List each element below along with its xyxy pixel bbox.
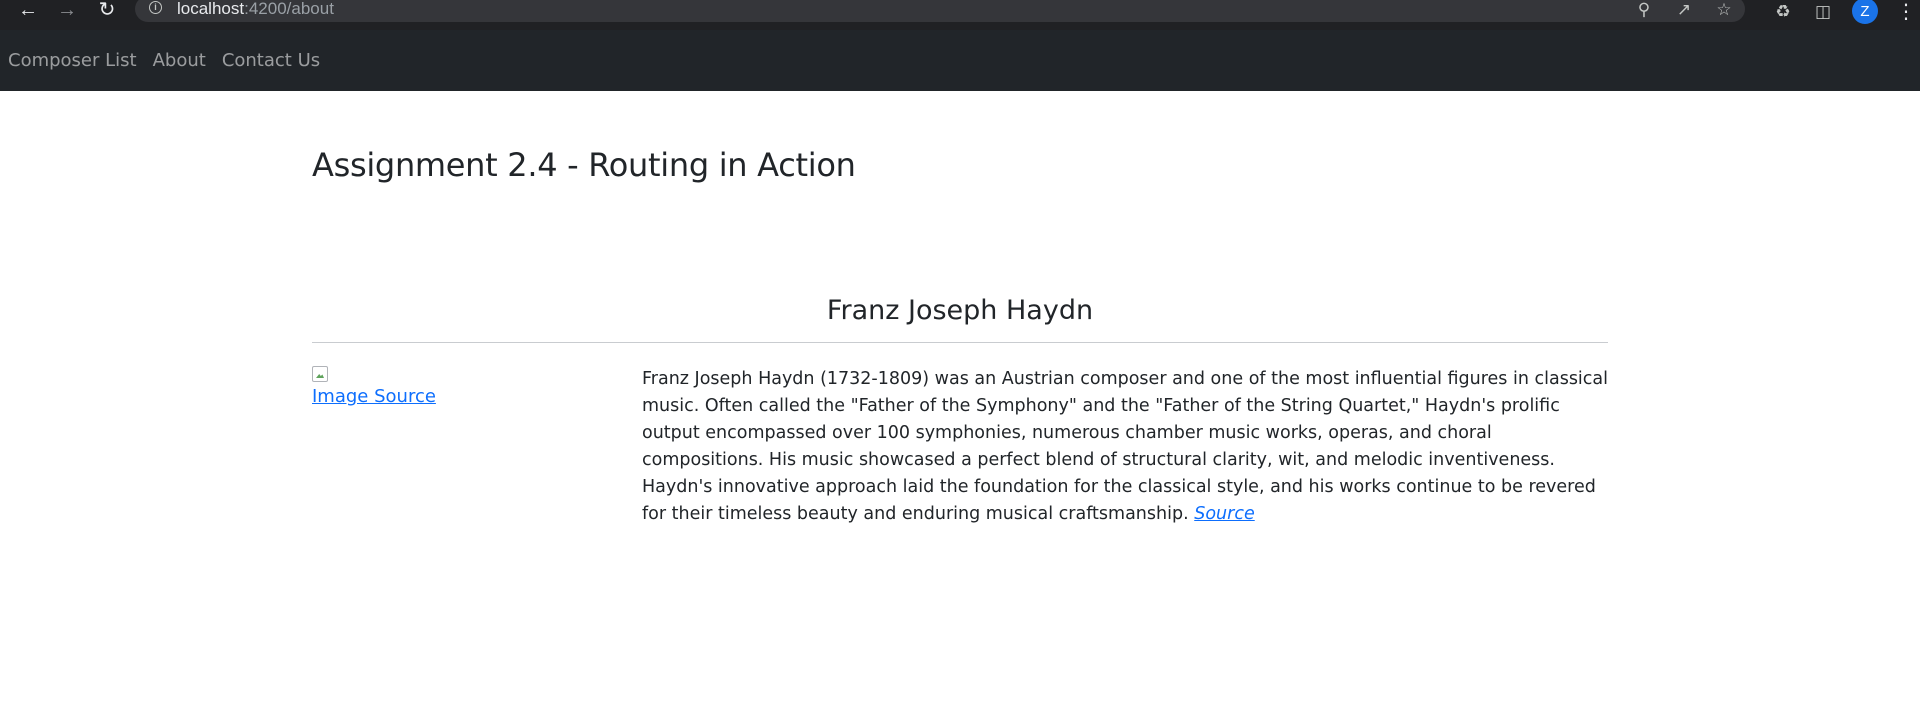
broken-image-icon (312, 366, 328, 382)
composer-bio: Franz Joseph Haydn (1732-1809) was an Au… (642, 369, 1609, 524)
toolbar-right: ♻ ◫ Z ⋮ (1772, 0, 1916, 24)
forward-arrow-icon[interactable]: → (52, 0, 82, 20)
nav-link-contact-us[interactable]: Contact Us (222, 50, 320, 71)
url-host: localhost (177, 0, 245, 18)
url-path: :4200/about (244, 0, 334, 18)
site-info-icon[interactable]: i (149, 1, 162, 14)
bookmark-star-icon[interactable]: ☆ (1713, 0, 1735, 19)
side-panel-icon[interactable]: ◫ (1812, 1, 1834, 21)
app-navbar: Composer List About Contact Us (0, 30, 1920, 91)
bio-source-link[interactable]: Source (1194, 504, 1255, 524)
more-menu-icon[interactable]: ⋮ (1896, 0, 1916, 24)
bio-column: Franz Joseph Haydn (1732-1809) was an Au… (642, 366, 1608, 528)
address-bar[interactable]: i localhost:4200/about ⚲ ↗ ☆ (135, 0, 1745, 22)
page-title: Assignment 2.4 - Routing in Action (312, 146, 856, 184)
reload-icon[interactable]: ↻ (92, 0, 122, 20)
url-text[interactable]: localhost:4200/about (177, 0, 334, 19)
main-content: Assignment 2.4 - Routing in Action Franz… (312, 91, 1608, 528)
zoom-icon[interactable]: ⚲ (1633, 0, 1655, 19)
extensions-puzzle-icon[interactable]: ♻ (1772, 1, 1794, 21)
address-actions: ⚲ ↗ ☆ (1633, 0, 1735, 19)
back-arrow-icon[interactable]: ← (13, 0, 43, 20)
image-column: Image Source (312, 366, 642, 528)
nav-link-composer-list[interactable]: Composer List (8, 50, 137, 71)
composer-name: Franz Joseph Haydn (826, 295, 1094, 326)
profile-avatar[interactable]: Z (1852, 0, 1878, 24)
composer-details: Image Source Franz Joseph Haydn (1732-18… (312, 366, 1608, 528)
browser-toolbar: ← → ↻ i localhost:4200/about ⚲ ↗ ☆ ♻ ◫ Z… (0, 0, 1920, 30)
share-icon[interactable]: ↗ (1673, 0, 1695, 19)
nav-link-about[interactable]: About (153, 50, 206, 71)
divider (312, 342, 1608, 343)
image-source-link[interactable]: Image Source (312, 386, 436, 407)
